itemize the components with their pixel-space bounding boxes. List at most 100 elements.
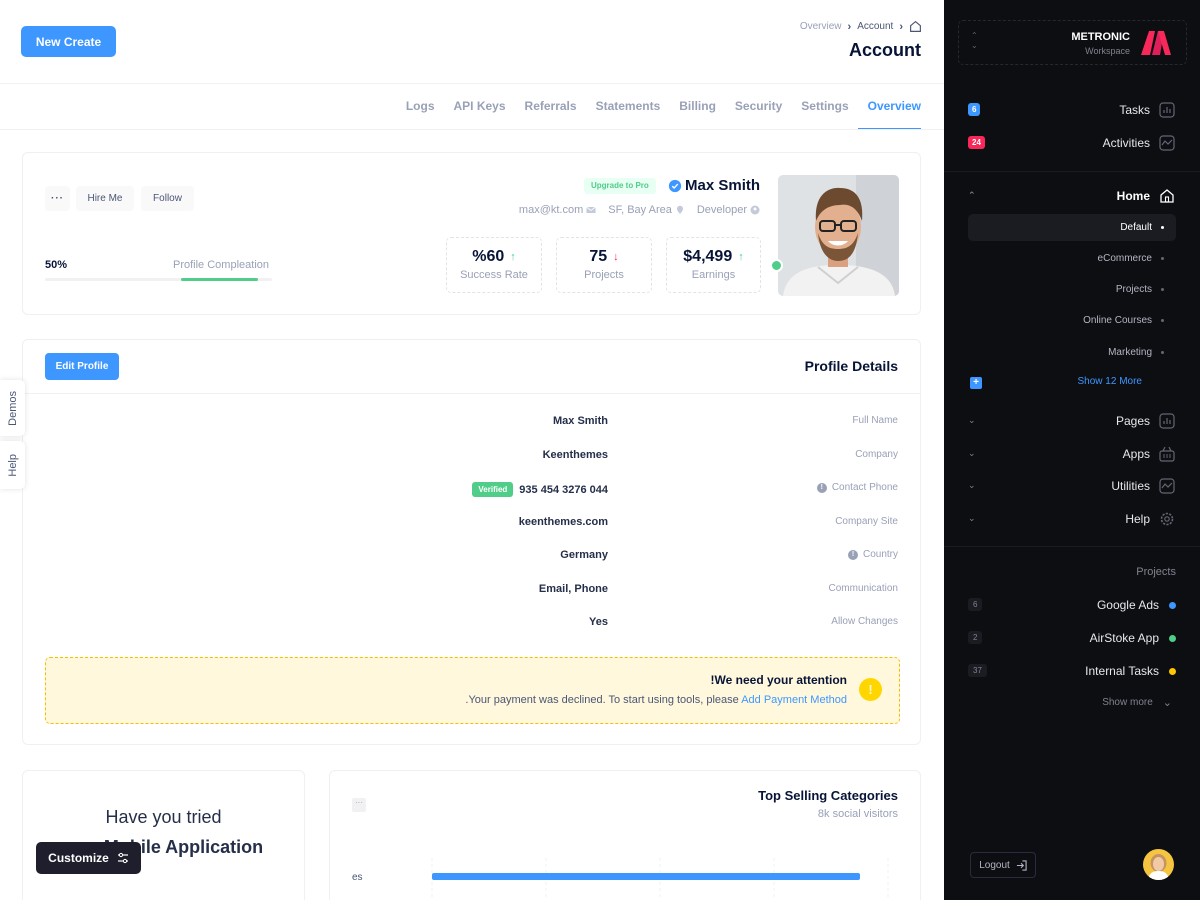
breadcrumb-overview[interactable]: Overview (800, 21, 842, 32)
project-airstoke-app[interactable]: 2 AirStoke App (968, 629, 1176, 647)
plus-icon[interactable]: + (970, 377, 982, 389)
detail-row: keenthemes.com Company Site (23, 516, 920, 534)
breadcrumb-account[interactable]: Account (857, 21, 893, 32)
detail-value: keenthemes.com (519, 516, 608, 528)
stat-earnings: $4,499 ↑ Earnings (666, 237, 761, 293)
bullet-icon (1161, 319, 1164, 322)
stat-value: $4,499 (683, 248, 733, 265)
new-create-button[interactable]: New Create (21, 26, 116, 57)
detail-value-text: Email, Phone (538, 583, 608, 595)
edit-profile-button[interactable]: Edit Profile (45, 353, 119, 380)
stat-success-rate: %60 ↑ Success Rate (446, 237, 542, 293)
show-more-link[interactable]: Show 12 More (1078, 376, 1142, 387)
profile-card: ··· Hire Me Follow 50% Profile Compleati… (22, 152, 921, 315)
meta-role[interactable]: Developer (697, 204, 760, 216)
customize-button[interactable]: Customize (36, 842, 141, 874)
profile-avatar[interactable] (778, 175, 899, 296)
apps-label: Apps (1122, 447, 1150, 461)
info-icon[interactable]: ! (847, 549, 858, 560)
sidebar-item-help[interactable]: ⌄ Help (968, 509, 1175, 529)
sidebar-sub-ecommerce[interactable]: eCommerce (968, 245, 1176, 272)
workspace-switcher[interactable]: ⌃ ⌄ METRONIC Workspace (958, 20, 1187, 65)
pages-label: Pages (1115, 414, 1150, 428)
logout-button[interactable]: Logout (970, 852, 1036, 878)
stat-value: 75 (589, 248, 608, 265)
add-payment-method-link[interactable]: Add Payment Method (741, 694, 847, 706)
home-icon[interactable] (909, 20, 922, 33)
detail-value: Germany (560, 549, 608, 561)
detail-label-text: Country (862, 549, 898, 560)
detail-label-text: Company (855, 449, 898, 460)
meta-location[interactable]: SF, Bay Area (608, 204, 685, 216)
chevron-down-icon: ⌄ (968, 480, 976, 490)
bullet-icon (1161, 351, 1164, 354)
sidebar-sub-online-courses[interactable]: Online Courses (968, 307, 1176, 334)
tab-settings[interactable]: Settings (791, 84, 857, 130)
online-status-dot (770, 259, 783, 272)
chevron-down-icon: ⌄ (968, 448, 976, 458)
workspace-label: Workspace (1085, 46, 1130, 56)
detail-value: Max Smith (553, 415, 608, 427)
more-options-button[interactable]: ··· (45, 186, 70, 211)
project-internal-tasks[interactable]: 37 Internal Tasks (968, 662, 1176, 680)
sidebar-item-apps[interactable]: ⌄ Apps (968, 444, 1175, 464)
category-bar[interactable] (432, 873, 860, 880)
progress-label: Profile Compleation (173, 259, 269, 271)
envelope-icon (586, 206, 597, 213)
tab-statements[interactable]: Statements (586, 84, 670, 130)
alert-message: .Your payment was declined. To start usi… (465, 694, 742, 706)
demos-tab[interactable]: Demos (0, 380, 25, 436)
sub-label: Online Courses (1083, 315, 1152, 326)
tab-billing[interactable]: Billing (669, 84, 725, 130)
bullet-icon (1161, 257, 1164, 260)
sidebar-item-utilities[interactable]: ⌄ Utilities (968, 476, 1175, 496)
verified-icon (668, 179, 682, 193)
detail-row: Email, Phone Communication (23, 583, 920, 601)
detail-label: Company Site (835, 516, 898, 527)
project-dot (1169, 634, 1176, 642)
chevron-right-icon: › (899, 20, 903, 33)
user-avatar[interactable] (1143, 849, 1174, 880)
sidebar-divider (944, 546, 1200, 547)
detail-value-text: Max Smith (552, 415, 608, 427)
project-name: Google Ads (1096, 598, 1159, 612)
detail-value: Keenthemes (543, 449, 608, 461)
upgrade-badge[interactable]: Upgrade to Pro (584, 178, 656, 194)
sidebar-item-pages[interactable]: ⌄ Pages (968, 411, 1175, 431)
stat-label: Success Rate (460, 269, 528, 281)
sidebar-item-tasks[interactable]: 6 Tasks (968, 100, 1175, 120)
hire-me-button[interactable]: Hire Me (76, 186, 134, 211)
sidebar-sub-projects[interactable]: Projects (968, 276, 1176, 303)
detail-value-text: keenthemes.com (518, 516, 608, 528)
attention-alert: !We need your attention .Your payment wa… (45, 657, 900, 724)
sidebar-item-activities[interactable]: 24 Activities (968, 133, 1175, 153)
tab-logs[interactable]: Logs (396, 84, 444, 130)
location-text: SF, Bay Area (608, 204, 672, 216)
profile-name[interactable]: Max Smith (685, 177, 760, 194)
project-google-ads[interactable]: 6 Google Ads (968, 596, 1176, 614)
detail-row: Max Smith Full Name (23, 415, 920, 433)
help-tab[interactable]: Help (0, 441, 25, 489)
project-dot (1169, 601, 1176, 609)
chevron-up-icon: ⌃ (968, 190, 976, 200)
tab-security[interactable]: Security (725, 84, 791, 130)
tab-api-keys[interactable]: API Keys (444, 84, 515, 130)
utilities-label: Utilities (1111, 479, 1150, 493)
chevron-down-icon: ⌄ (968, 513, 976, 523)
sidebar-sub-marketing[interactable]: Marketing (968, 339, 1176, 366)
tab-overview[interactable]: Overview (857, 84, 922, 130)
show-more-projects-button[interactable]: Show more ⌄ (1102, 696, 1172, 709)
show-more-label: Show more (1102, 697, 1153, 708)
follow-button[interactable]: Follow (141, 186, 194, 211)
demos-label: Demos (6, 390, 19, 426)
sub-label: Marketing (1108, 347, 1152, 358)
sidebar-item-home[interactable]: ⌃ Home (968, 186, 1175, 206)
detail-row: Verified 935 454 3276 044! Contact Phone (23, 482, 920, 500)
meta-email[interactable]: max@kt.com (519, 204, 597, 216)
sidebar-sub-default[interactable]: Default (968, 214, 1176, 241)
tab-referrals[interactable]: Referrals (515, 84, 586, 130)
card-menu-button[interactable]: ··· (352, 798, 366, 812)
info-icon[interactable]: ! (816, 482, 827, 493)
progress-bar (45, 278, 272, 281)
sub-label: Projects (1115, 284, 1152, 295)
